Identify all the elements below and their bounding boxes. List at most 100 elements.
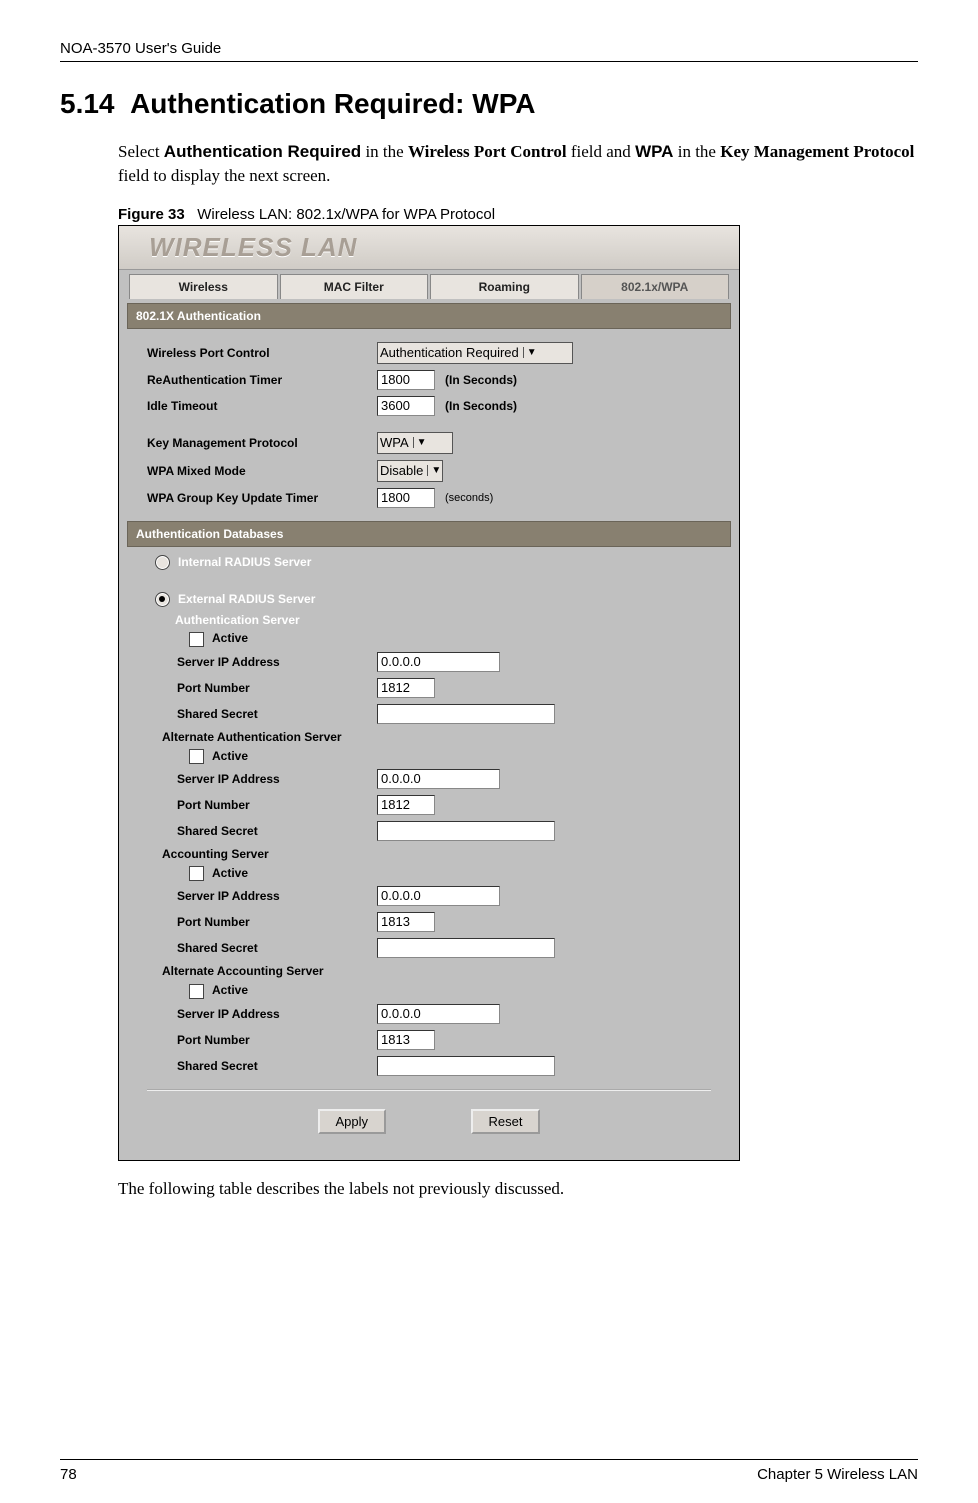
row-wpa-mixed: WPA Mixed Mode Disable ▼ (127, 457, 731, 485)
input-auth-secret[interactable] (377, 704, 555, 724)
apply-button[interactable]: Apply (318, 1109, 387, 1134)
select-mixed[interactable]: Disable ▼ (377, 460, 443, 482)
figure-label: Figure 33 (118, 206, 185, 223)
checkbox-icon (189, 749, 204, 764)
lbl-auth-port: Port Number (127, 681, 377, 695)
lbl-altacct-ip: Server IP Address (127, 1007, 377, 1021)
lbl-kmp: Key Management Protocol (127, 436, 377, 450)
row-group-key-timer: WPA Group Key Update Timer 1800 (seconds… (127, 485, 731, 511)
input-altacct-port[interactable]: 1813 (377, 1030, 435, 1050)
lbl-altacct-secret: Shared Secret (127, 1059, 377, 1073)
doc-header: NOA-3570 User's Guide (60, 40, 918, 62)
select-kmp[interactable]: WPA ▼ (377, 432, 453, 454)
tab-roaming[interactable]: Roaming (430, 274, 579, 299)
unit-seconds: (In Seconds) (445, 373, 517, 387)
t: in the (361, 142, 408, 161)
lbl-altauth-port: Port Number (127, 798, 377, 812)
t: Key Management Protocol (720, 142, 914, 161)
input-gkt[interactable]: 1800 (377, 488, 435, 508)
input-auth-ip[interactable]: 0.0.0.0 (377, 652, 500, 672)
intro-text: Select Authentication Required in the Wi… (118, 140, 918, 188)
chevron-down-icon: ▼ (523, 347, 540, 358)
tab-bar: Wireless MAC Filter Roaming 802.1x/WPA (119, 270, 739, 299)
tab-8021x-wpa[interactable]: 802.1x/WPA (581, 274, 730, 299)
radio-icon (155, 555, 170, 570)
unit-seconds: (In Seconds) (445, 399, 517, 413)
lbl-altauth-ip: Server IP Address (127, 772, 377, 786)
checkbox-icon (189, 866, 204, 881)
lbl-altacct-port: Port Number (127, 1033, 377, 1047)
select-wpc[interactable]: Authentication Required ▼ (377, 342, 573, 364)
heading-alt-acct-server: Alternate Accounting Server (127, 964, 562, 978)
check-label: Active (212, 631, 248, 645)
figure-caption: Figure 33 Wireless LAN: 802.1x/WPA for W… (118, 206, 918, 223)
input-altacct-ip[interactable]: 0.0.0.0 (377, 1004, 500, 1024)
check-altauth-active[interactable]: Active (127, 747, 731, 766)
chevron-down-icon: ▼ (413, 437, 430, 448)
input-altauth-secret[interactable] (377, 821, 555, 841)
button-bar: Apply Reset (127, 1101, 731, 1148)
check-auth-active[interactable]: Active (127, 629, 731, 648)
lbl-idle: Idle Timeout (127, 399, 377, 413)
checkbox-icon (189, 632, 204, 647)
t: WPA (635, 142, 673, 161)
heading-alt-auth-server: Alternate Authentication Server (127, 730, 562, 744)
input-auth-port[interactable]: 1812 (377, 678, 435, 698)
t: in the (673, 142, 720, 161)
check-acct-active[interactable]: Active (127, 864, 731, 883)
page-number: 78 (60, 1466, 77, 1483)
check-label: Active (212, 983, 248, 997)
section-heading: 5.14 Authentication Required: WPA (60, 88, 918, 120)
reset-button[interactable]: Reset (471, 1109, 541, 1134)
t: Wireless Port Control (408, 142, 567, 161)
lbl-mixed: WPA Mixed Mode (127, 464, 377, 478)
input-altacct-secret[interactable] (377, 1056, 555, 1076)
select-value: Authentication Required (380, 345, 519, 360)
t: Select (118, 142, 164, 161)
lbl-gkt: WPA Group Key Update Timer (127, 491, 377, 505)
t: field to display the next screen. (118, 166, 330, 185)
check-altacct-active[interactable]: Active (127, 981, 731, 1000)
input-reauth[interactable]: 1800 (377, 370, 435, 390)
outro-text: The following table describes the labels… (118, 1177, 918, 1201)
heading-acct-server: Accounting Server (127, 847, 562, 861)
chapter-label: Chapter 5 Wireless LAN (757, 1466, 918, 1483)
row-wireless-port-control: Wireless Port Control Authentication Req… (127, 339, 731, 367)
section-number: 5.14 (60, 88, 115, 119)
input-idle[interactable]: 3600 (377, 396, 435, 416)
input-altauth-port[interactable]: 1812 (377, 795, 435, 815)
row-kmp: Key Management Protocol WPA ▼ (127, 429, 731, 457)
input-acct-port[interactable]: 1813 (377, 912, 435, 932)
select-value: Disable (380, 463, 423, 478)
figure-text: Wireless LAN: 802.1x/WPA for WPA Protoco… (197, 206, 495, 223)
input-altauth-ip[interactable]: 0.0.0.0 (377, 769, 500, 789)
section-title: Authentication Required: WPA (130, 88, 535, 119)
check-label: Active (212, 866, 248, 880)
lbl-reauth: ReAuthentication Timer (127, 373, 377, 387)
tab-wireless[interactable]: Wireless (129, 274, 278, 299)
radio-icon (155, 592, 170, 607)
screenshot-wireless-lan: WIRELESS LAN Wireless MAC Filter Roaming… (118, 225, 740, 1161)
lbl-auth-ip: Server IP Address (127, 655, 377, 669)
lbl-acct-port: Port Number (127, 915, 377, 929)
row-reauth-timer: ReAuthentication Timer 1800 (In Seconds) (127, 367, 731, 393)
checkbox-icon (189, 984, 204, 999)
radio-external-radius[interactable]: External RADIUS Server (127, 584, 731, 611)
row-idle-timeout: Idle Timeout 3600 (In Seconds) (127, 393, 731, 419)
tab-mac-filter[interactable]: MAC Filter (280, 274, 429, 299)
lbl-auth-secret: Shared Secret (127, 707, 377, 721)
input-acct-secret[interactable] (377, 938, 555, 958)
screenshot-title: WIRELESS LAN (119, 226, 739, 270)
input-acct-ip[interactable]: 0.0.0.0 (377, 886, 500, 906)
radio-internal-radius[interactable]: Internal RADIUS Server (127, 547, 731, 574)
page-footer: 78 Chapter 5 Wireless LAN (60, 1459, 918, 1483)
section-hdr-auth-db: Authentication Databases (127, 521, 731, 547)
heading-auth-server: Authentication Server (127, 611, 731, 629)
lbl-wpc: Wireless Port Control (127, 346, 377, 360)
radio-label: Internal RADIUS Server (178, 555, 311, 569)
chevron-down-icon: ▼ (427, 465, 444, 476)
select-value: WPA (380, 435, 409, 450)
lbl-altauth-secret: Shared Secret (127, 824, 377, 838)
t: Authentication Required (164, 142, 361, 161)
radio-label: External RADIUS Server (178, 592, 315, 606)
